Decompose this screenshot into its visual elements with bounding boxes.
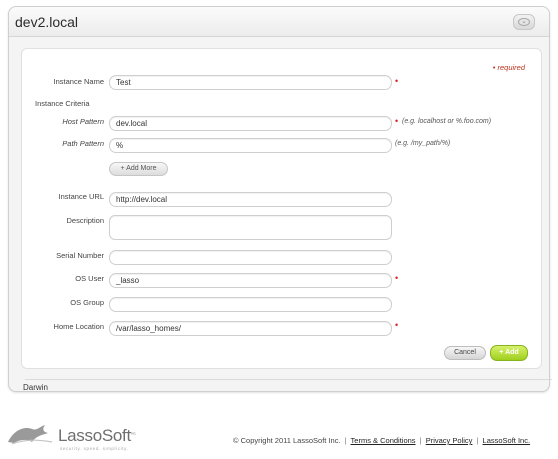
cancel-button[interactable]: Cancel [444,346,486,360]
instance-criteria-heading: Instance Criteria [35,99,90,108]
instance-url-field[interactable]: http://dev.local [109,192,392,207]
required-marker: • [395,76,399,86]
section-divider [25,379,552,380]
required-marker: • [395,320,399,330]
instance-url-label: Instance URL [58,192,104,201]
instance-name-field[interactable]: Test [109,75,392,90]
required-marker: • [395,116,399,126]
lassosoft-logo-icon [8,425,53,445]
add-more-button[interactable]: + Add More [109,162,168,176]
path-pattern-label: Path Pattern [62,139,104,148]
panel-title: dev2.local [15,14,79,30]
serial-number-field[interactable] [109,250,392,265]
host-pattern-label: Host Pattern [62,117,104,126]
required-marker: • [395,273,399,283]
required-note: • required [492,63,525,72]
lassosoft-logo-text: LassoSoftInc. [58,426,136,446]
footer-separator: | [476,436,479,445]
logo-wordmark: LassoSoft [58,426,131,445]
terms-link[interactable]: Terms & Conditions [351,436,416,445]
collapse-button[interactable]: ⌄ [513,14,535,30]
path-pattern-hint: (e.g. /my_path/%) [395,140,451,147]
description-field[interactable] [109,215,392,240]
instance-name-label: Instance Name [53,77,104,86]
footer-copyright: © Copyright 2011 LassoSoft Inc. | Terms … [233,436,530,445]
footer-separator: | [419,436,422,445]
description-label: Description [66,216,104,225]
os-group-field[interactable] [109,297,392,312]
serial-number-label: Serial Number [56,251,104,260]
os-group-label: OS Group [70,298,104,307]
add-button[interactable]: + Add [490,345,528,361]
logo-inc: Inc. [130,430,137,436]
lassosoft-link[interactable]: LassoSoft Inc. [483,436,531,445]
home-location-label: Home Location [53,322,104,331]
instance-form: • required Instance Name Test • Instance… [21,48,542,369]
footer-separator: | [344,436,347,445]
path-pattern-field[interactable]: % [109,138,392,153]
darwin-section-label[interactable]: Darwin [23,383,48,392]
logo-tagline: security. speed. simplicity. [60,446,129,451]
os-user-label: OS User [75,274,104,283]
chevron-down-icon: ⌄ [518,18,530,26]
copyright-text: © Copyright 2011 LassoSoft Inc. [233,436,341,445]
panel-header: dev2.local ⌄ [9,7,549,37]
host-pattern-hint: (e.g. localhost or %.foo.com) [402,118,492,125]
instance-panel: dev2.local ⌄ • required Instance Name Te… [8,6,552,392]
home-location-field[interactable]: /var/lasso_homes/ [109,321,392,336]
os-user-field[interactable]: _lasso [109,273,392,288]
host-pattern-field[interactable]: dev.local [109,116,392,131]
privacy-link[interactable]: Privacy Policy [426,436,473,445]
